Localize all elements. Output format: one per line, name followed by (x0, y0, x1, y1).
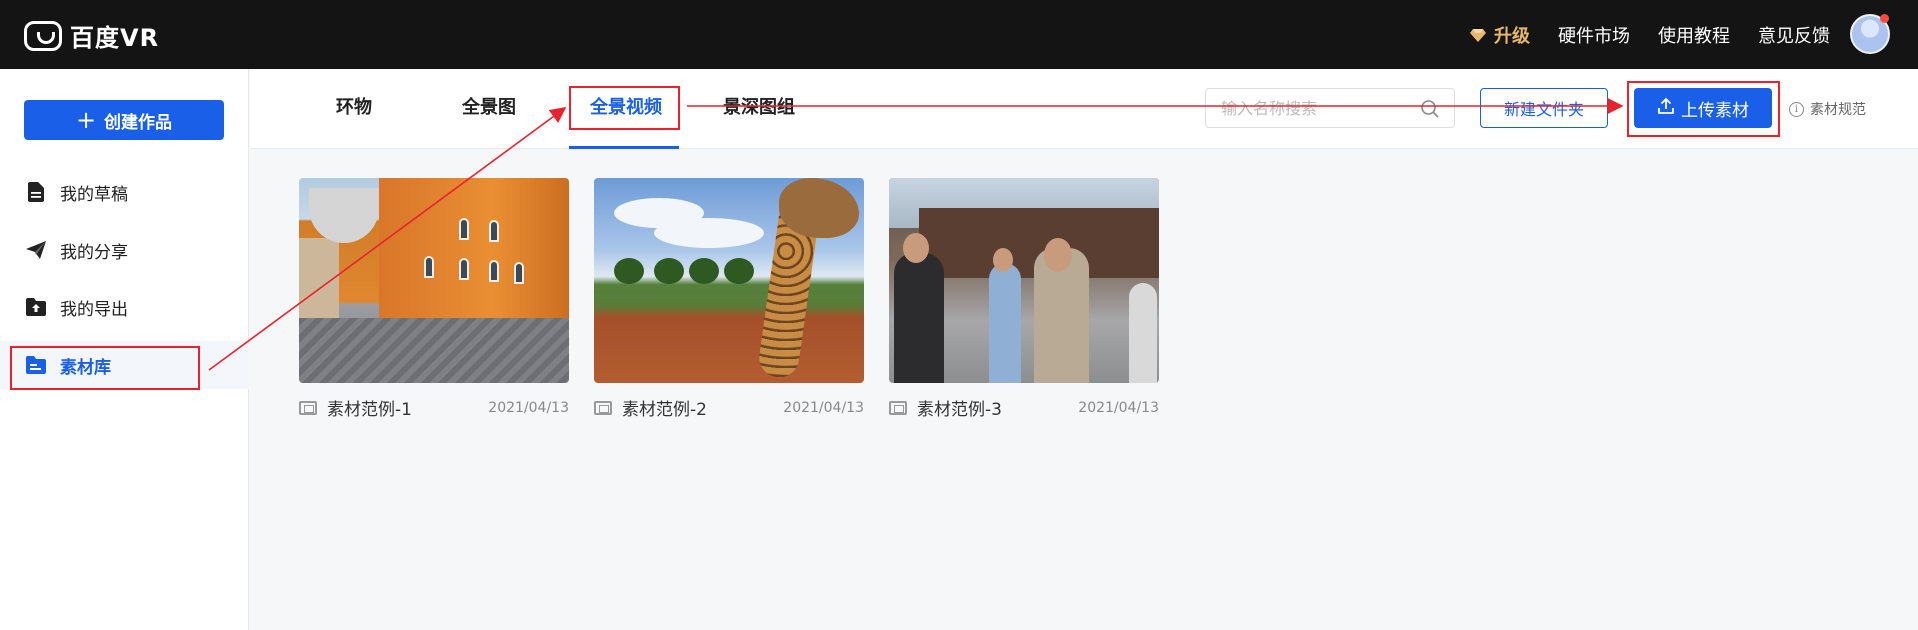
thumbnail-image[interactable] (594, 178, 864, 383)
video-icon (889, 400, 907, 415)
new-folder-button[interactable]: 新建文件夹 (1480, 88, 1608, 128)
thumbnail-image[interactable] (299, 178, 569, 383)
material-card[interactable]: 素材范例-1 2021/04/13 (299, 178, 569, 420)
top-bar: 百度VR 升级 硬件市场 使用教程 意见反馈 (0, 0, 1918, 69)
nav-feedback[interactable]: 意见反馈 (1758, 22, 1830, 48)
annotation-box-video-tab (569, 86, 680, 130)
sidebar-item-label: 我的导出 (60, 299, 128, 320)
nav-tutorial[interactable]: 使用教程 (1658, 22, 1730, 48)
video-icon (594, 400, 612, 415)
active-tab-indicator (569, 146, 679, 149)
sidebar-item-label: 我的草稿 (60, 184, 128, 205)
plus-icon: + (75, 106, 97, 134)
sidebar-item-drafts[interactable]: 我的草稿 (0, 168, 249, 216)
vr-logo-icon (24, 20, 62, 51)
tab-object[interactable]: 环物 (336, 93, 372, 119)
spec-label: 素材规范 (1810, 102, 1866, 118)
video-icon (299, 400, 317, 415)
export-folder-icon (26, 297, 46, 317)
search-icon[interactable] (1420, 99, 1440, 123)
card-date: 2021/04/13 (1078, 399, 1159, 416)
sidebar-item-label: 我的分享 (60, 242, 128, 263)
sidebar-item-shares[interactable]: 我的分享 (0, 226, 249, 274)
material-spec-link[interactable]: i 素材规范 (1789, 99, 1866, 119)
diamond-icon (1470, 29, 1486, 42)
upgrade-label: 升级 (1494, 26, 1530, 47)
annotation-box-upload (1627, 81, 1780, 137)
tab-panorama[interactable]: 全景图 (462, 93, 516, 119)
search-input[interactable] (1221, 98, 1421, 118)
search-box (1205, 88, 1455, 128)
info-icon: i (1789, 101, 1804, 117)
top-nav: 升级 硬件市场 使用教程 意见反馈 (1470, 22, 1830, 48)
logo[interactable]: 百度VR (24, 18, 159, 53)
thumbnail-image[interactable] (889, 178, 1159, 383)
card-date: 2021/04/13 (783, 399, 864, 416)
card-title: 素材范例-1 (327, 400, 412, 420)
document-icon (26, 182, 46, 202)
annotation-box-library (10, 346, 200, 390)
card-title: 素材范例-2 (622, 400, 707, 420)
create-work-button[interactable]: + 创建作品 (24, 100, 224, 140)
card-title: 素材范例-3 (917, 400, 1002, 420)
card-date: 2021/04/13 (488, 399, 569, 416)
sidebar-item-exports[interactable]: 我的导出 (0, 283, 249, 331)
nav-hardware-market[interactable]: 硬件市场 (1558, 22, 1630, 48)
logo-text: 百度VR (70, 24, 160, 52)
notification-dot (1880, 14, 1889, 23)
send-icon (26, 240, 46, 260)
create-work-label: 创建作品 (104, 112, 173, 133)
upgrade-link[interactable]: 升级 (1470, 22, 1530, 48)
material-card[interactable]: 素材范例-3 2021/04/13 (889, 178, 1159, 420)
material-card[interactable]: 素材范例-2 2021/04/13 (594, 178, 864, 420)
tab-depth-image-group[interactable]: 景深图组 (723, 93, 795, 119)
